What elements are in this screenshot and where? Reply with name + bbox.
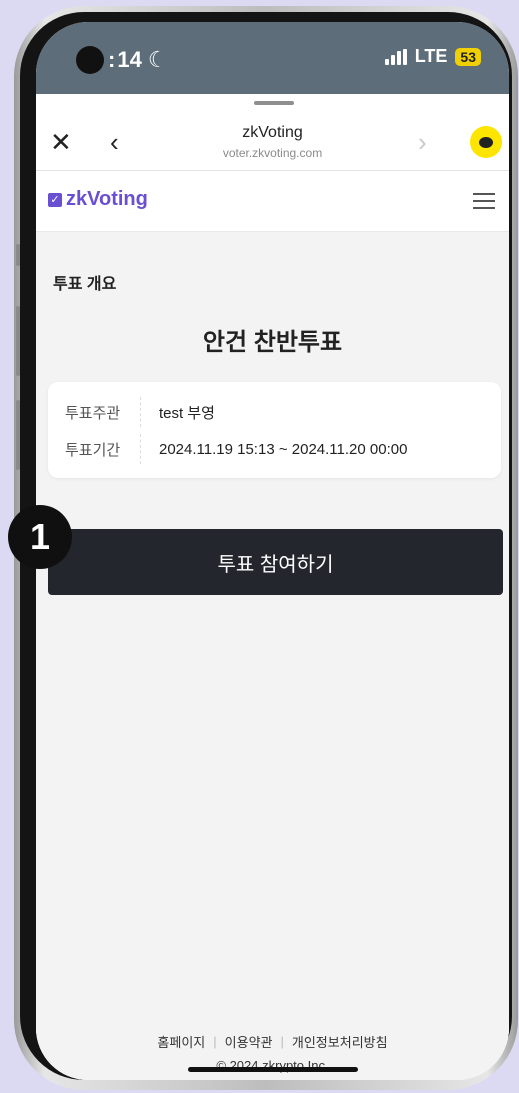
footer-separator: | <box>213 1034 217 1049</box>
home-indicator <box>188 1067 358 1072</box>
footer-link-privacy[interactable]: 개인정보처리방침 <box>292 1032 388 1051</box>
browser-title: zkVoting <box>242 124 303 141</box>
info-row-organizer: 투표주관 test 부영 <box>48 397 501 427</box>
info-row-period: 투표기간 2024.11.19 15:13 ~ 2024.11.20 00:00 <box>48 434 501 464</box>
vote-title: 안건 찬반투표 <box>202 329 343 356</box>
moon-icon: ☾ <box>147 47 168 72</box>
checkbox-logo-icon: ✓ <box>48 192 62 207</box>
logo-text: zkVoting <box>66 188 148 210</box>
footer-links: 홈페이지 | 이용약관 | 개인정보처리방침 <box>36 1032 509 1051</box>
hamburger-icon[interactable] <box>473 193 495 214</box>
site-header: ✓ zkVoting <box>36 171 509 232</box>
footer-link-terms[interactable]: 이용약관 <box>225 1032 273 1051</box>
vote-info-card: 투표주관 test 부영 투표기간 2024.11.19 15:13 ~ 202… <box>48 382 501 478</box>
status-time: :14 ☾ <box>76 46 168 74</box>
participate-vote-button[interactable]: 투표 참여하기 <box>48 529 503 595</box>
footer-link-home[interactable]: 홈페이지 <box>157 1032 205 1051</box>
browser-url: voter.zkvoting.com <box>222 146 323 160</box>
network-label: LTE <box>414 46 448 66</box>
battery-icon: 53 <box>455 47 481 66</box>
chevron-right-icon[interactable]: › <box>418 128 427 156</box>
info-key: 투표주관 <box>48 397 141 427</box>
step-number-badge: 1 <box>8 505 72 569</box>
info-value: 2024.11.19 15:13 ~ 2024.11.20 00:00 <box>159 440 408 458</box>
section-label: 투표 개요 <box>53 276 117 293</box>
info-value: test 부영 <box>159 404 215 422</box>
phone-screen: :14 ☾ LTE 53 ✕ ‹ zkVoting voter.zkvoting… <box>36 22 509 1080</box>
signal-icon <box>384 48 407 65</box>
browser-sheet: ✕ ‹ zkVoting voter.zkvoting.com › ✓ zkVo… <box>36 94 509 1080</box>
browser-toolbar: ✕ ‹ zkVoting voter.zkvoting.com › <box>36 114 509 171</box>
main-content: 투표 개요 안건 찬반투표 투표주관 test 부영 투표기간 2024.11.… <box>36 232 509 1080</box>
status-time-text: 14 <box>117 47 142 72</box>
status-bar: :14 ☾ LTE 53 <box>36 22 509 94</box>
site-logo[interactable]: ✓ zkVoting <box>48 188 148 211</box>
footer-separator: | <box>280 1034 284 1049</box>
sheet-grabber[interactable] <box>254 101 294 105</box>
status-right: LTE 53 <box>384 46 481 67</box>
dynamic-island-icon <box>76 46 104 74</box>
chat-bubble-icon[interactable] <box>470 126 502 158</box>
info-key: 투표기간 <box>48 434 141 464</box>
